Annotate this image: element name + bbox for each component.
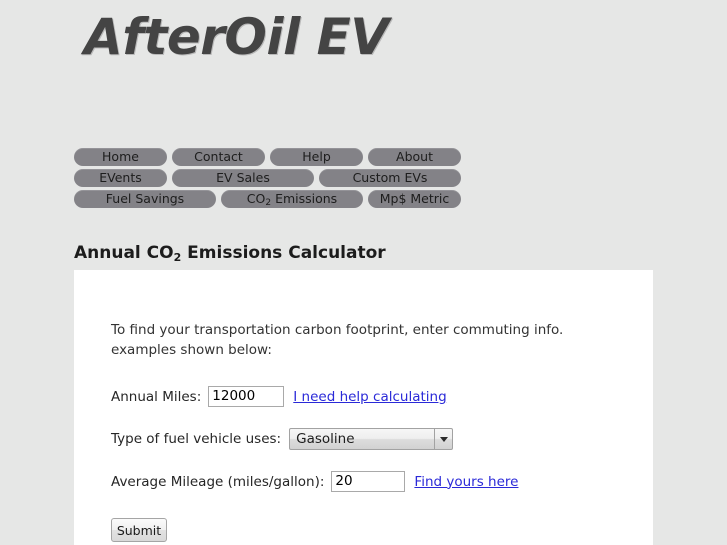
nav-row-2: EVents EV Sales Custom EVs xyxy=(74,169,664,187)
nav-button-home[interactable]: Home xyxy=(74,148,167,166)
page-title: Annual CO2 Emissions Calculator xyxy=(74,243,386,265)
intro-text: To find your transportation carbon footp… xyxy=(111,322,564,358)
annual-miles-input[interactable] xyxy=(208,386,285,407)
nav-co2-subscript: 2 xyxy=(265,198,272,208)
nav-button-mp-metric[interactable]: Mp$ Metric xyxy=(368,190,461,208)
annual-miles-label: Annual Miles: xyxy=(111,388,202,405)
average-mileage-label: Average Mileage (miles/gallon): xyxy=(111,473,325,490)
nav-button-about[interactable]: About xyxy=(368,148,461,166)
chevron-down-icon[interactable] xyxy=(434,429,452,449)
fuel-type-select[interactable]: Gasoline xyxy=(289,428,454,450)
content-panel: To find your transportation carbon footp… xyxy=(74,270,653,545)
nav-button-co2-emissions[interactable]: CO2 Emissions xyxy=(221,190,363,208)
main-navigation: Home Contact Help About EVents EV Sales … xyxy=(74,148,664,211)
nav-row-1: Home Contact Help About xyxy=(74,148,664,166)
nav-button-fuel-savings[interactable]: Fuel Savings xyxy=(74,190,216,208)
page-title-subscript: 2 xyxy=(173,251,182,265)
nav-row-3: Fuel Savings CO2 Emissions Mp$ Metric xyxy=(74,190,664,208)
average-mileage-row: Average Mileage (miles/gallon): Find you… xyxy=(111,471,643,492)
fuel-type-selected-value: Gasoline xyxy=(296,431,355,447)
fuel-type-row: Type of fuel vehicle uses: Gasoline xyxy=(111,428,643,450)
site-title: AfterOil EV xyxy=(84,8,389,66)
nav-button-ev-sales[interactable]: EV Sales xyxy=(172,169,314,187)
annual-miles-row: Annual Miles: I need help calculating xyxy=(111,386,643,407)
page-title-prefix: Annual CO xyxy=(74,243,174,264)
submit-button[interactable]: Submit xyxy=(111,518,167,542)
nav-button-contact[interactable]: Contact xyxy=(172,148,265,166)
calculator-form: To find your transportation carbon footp… xyxy=(111,320,643,542)
average-mileage-input[interactable] xyxy=(331,471,406,492)
average-mileage-help-link[interactable]: Find yours here xyxy=(414,474,518,490)
annual-miles-help-link[interactable]: I need help calculating xyxy=(293,389,446,405)
page-title-suffix: Emissions Calculator xyxy=(181,243,386,264)
nav-co2-tail: Emissions xyxy=(271,191,338,206)
nav-button-custom-evs[interactable]: Custom EVs xyxy=(319,169,461,187)
nav-button-help[interactable]: Help xyxy=(270,148,363,166)
nav-button-events[interactable]: EVents xyxy=(74,169,167,187)
chevron-down-glyph xyxy=(439,436,448,442)
fuel-type-label: Type of fuel vehicle uses: xyxy=(111,431,282,447)
nav-co2-main: CO xyxy=(246,191,266,206)
